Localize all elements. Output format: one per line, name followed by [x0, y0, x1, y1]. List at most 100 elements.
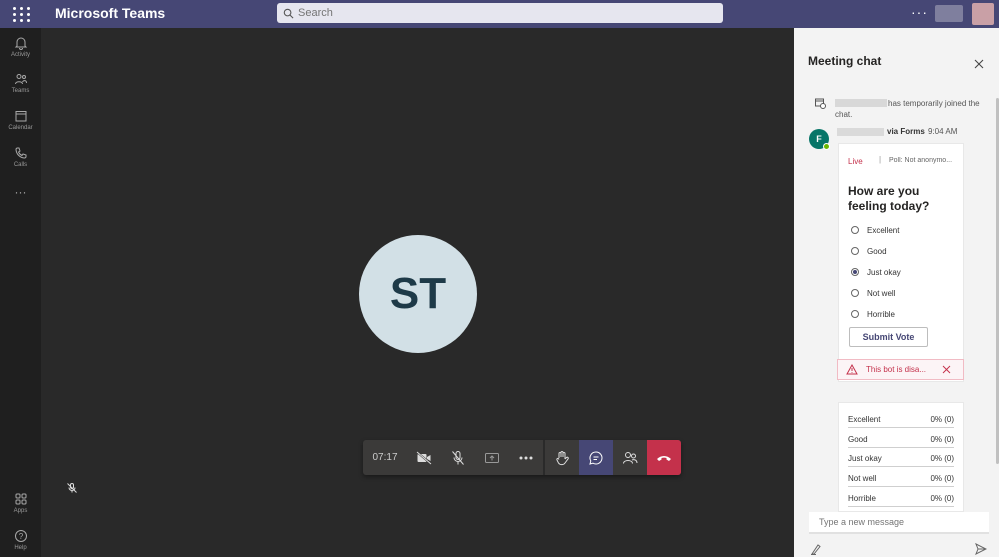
panel-title: Meeting chat	[808, 54, 882, 68]
mic-off-icon	[66, 481, 78, 499]
poll-option-horrible[interactable]: Horrible	[851, 308, 895, 320]
result-value: 0% (0)	[930, 435, 954, 444]
bell-icon	[14, 37, 27, 50]
participants-button[interactable]	[613, 440, 647, 475]
meeting-chat-panel: Meeting chat has temporarily joined the …	[794, 28, 999, 557]
call-controls: 07:17	[363, 440, 681, 475]
option-label: Good	[867, 246, 887, 256]
result-label: Not well	[848, 474, 877, 483]
more-icon	[519, 456, 533, 459]
blurred-account[interactable]	[935, 5, 963, 22]
rail-label: Activity	[10, 52, 30, 58]
more-actions-button[interactable]	[509, 440, 543, 475]
poll-status: Live	[848, 157, 863, 166]
result-row: Good 0% (0)	[848, 432, 954, 448]
warning-icon	[846, 364, 858, 375]
avatar[interactable]	[972, 3, 994, 25]
format-icon[interactable]	[810, 542, 822, 557]
option-label: Excellent	[867, 225, 900, 235]
close-icon[interactable]	[942, 365, 951, 374]
send-icon[interactable]	[975, 542, 988, 557]
participant-avatar: ST	[359, 235, 477, 353]
help-icon: ?	[14, 530, 27, 542]
rail-label: Apps	[13, 508, 28, 514]
top-bar: Microsoft Teams ···	[0, 0, 999, 28]
more-options-icon[interactable]: ···	[911, 4, 928, 20]
svg-text:?: ?	[18, 532, 23, 541]
result-value: 0% (0)	[930, 474, 954, 483]
people-icon	[623, 451, 638, 464]
chat-icon	[589, 450, 603, 465]
result-row: Not well 0% (0)	[848, 471, 954, 487]
blurred-sender	[837, 128, 884, 136]
chat-toggle-button[interactable]	[579, 440, 613, 475]
poll-option-good[interactable]: Good	[851, 245, 887, 257]
meeting-stage: ST 07:17	[41, 28, 794, 557]
camera-off-icon	[416, 450, 432, 465]
calendar-icon	[814, 96, 826, 114]
app-rail: Activity Teams Calendar Calls ··· Apps ?…	[0, 28, 41, 557]
poll-option-excellent[interactable]: Excellent	[851, 224, 899, 236]
poll-card: Live | Poll: Not anonymo... How are you …	[838, 143, 964, 382]
system-message: has temporarily joined the chat.	[835, 99, 980, 119]
radio-button[interactable]	[851, 310, 859, 318]
rail-item-help[interactable]: ? Help	[0, 529, 41, 551]
result-label: Good	[848, 435, 868, 444]
poll-option-not-well[interactable]: Not well	[851, 287, 895, 299]
rail-item-apps[interactable]: Apps	[0, 492, 41, 514]
poll-type: Poll: Not anonymo...	[889, 157, 953, 164]
raise-hand-icon	[556, 450, 569, 465]
forms-bot-avatar: F	[809, 129, 830, 150]
result-row: Just okay 0% (0)	[848, 451, 954, 467]
poll-results-card: Excellent 0% (0) Good 0% (0) Just okay 0% (…	[838, 402, 964, 512]
sender-via: via Forms	[887, 127, 925, 136]
radio-button[interactable]	[851, 247, 859, 255]
camera-toggle-button[interactable]	[407, 440, 441, 475]
app-title: Microsoft Teams	[55, 5, 166, 21]
rail-label: Calls	[13, 162, 28, 168]
message-input[interactable]	[819, 517, 979, 527]
option-label: Horrible	[867, 309, 896, 319]
rail-item-teams[interactable]: Teams	[0, 72, 41, 94]
bot-disabled-alert: This bot is disa...	[837, 359, 964, 380]
poll-question: How are you feeling today?	[848, 184, 930, 213]
result-label: Excellent	[848, 415, 881, 424]
radio-button[interactable]	[851, 289, 859, 297]
raise-hand-button[interactable]	[545, 440, 579, 475]
phone-icon	[14, 147, 26, 159]
hang-up-icon	[657, 455, 671, 461]
result-label: Just okay	[848, 454, 882, 463]
result-value: 0% (0)	[930, 454, 954, 463]
search-box[interactable]	[277, 3, 723, 23]
poll-option-just-okay[interactable]: Just okay	[851, 266, 901, 278]
rail-item-activity[interactable]: Activity	[0, 36, 41, 58]
share-screen-icon	[485, 452, 499, 463]
search-input[interactable]	[298, 7, 698, 19]
hang-up-button[interactable]	[647, 440, 681, 475]
option-label: Not well	[867, 288, 896, 298]
result-value: 0% (0)	[930, 415, 954, 424]
radio-button[interactable]	[851, 226, 859, 234]
rail-label: Calendar	[8, 125, 33, 131]
compose-box[interactable]	[809, 512, 989, 534]
calendar-icon	[15, 111, 26, 122]
close-icon[interactable]	[974, 56, 984, 74]
submit-vote-button[interactable]: Submit Vote	[849, 327, 928, 347]
app-launcher-icon[interactable]	[11, 5, 30, 23]
result-row: Horrible 0% (0)	[848, 491, 954, 507]
rail-item-calls[interactable]: Calls	[0, 146, 41, 168]
mic-toggle-button[interactable]	[441, 440, 475, 475]
result-label: Horrible	[848, 494, 877, 503]
teams-icon	[14, 74, 27, 85]
presence-dot	[823, 143, 830, 150]
call-timer: 07:17	[372, 452, 398, 463]
rail-label: Teams	[11, 88, 30, 94]
poll-separator: |	[879, 155, 882, 164]
apps-icon	[15, 493, 26, 505]
radio-button-selected[interactable]	[851, 268, 859, 276]
more-icon[interactable]: ···	[0, 185, 41, 199]
share-screen-button[interactable]	[475, 440, 509, 475]
search-icon	[283, 8, 294, 18]
rail-item-calendar[interactable]: Calendar	[0, 109, 41, 131]
option-label: Just okay	[867, 267, 901, 277]
